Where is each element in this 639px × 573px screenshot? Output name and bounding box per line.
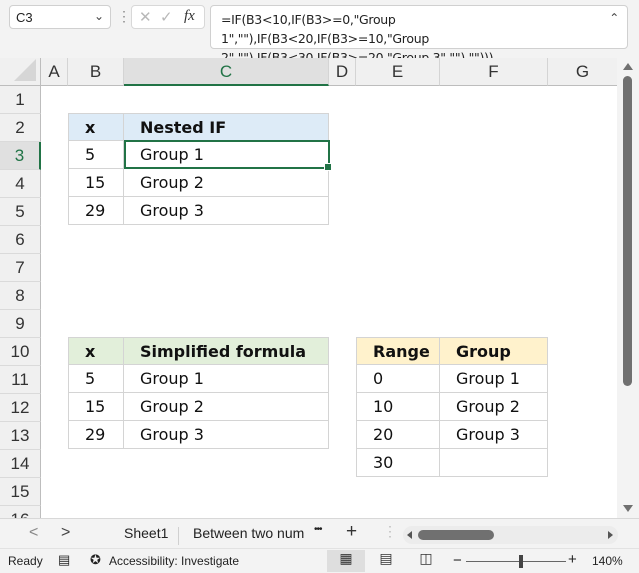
nested-header-nested-if[interactable]: Nested IF [124, 113, 329, 141]
more-sheets-button[interactable]: ••• [314, 524, 322, 535]
row-header-13[interactable]: 13 [0, 422, 41, 450]
column-header-f[interactable]: F [440, 58, 548, 86]
nested-cell-result[interactable]: Group 2 [124, 169, 329, 197]
lookup-cell-group[interactable] [440, 449, 548, 477]
row-header-15[interactable]: 15 [0, 478, 41, 506]
nested-cell-result[interactable]: Group 3 [124, 197, 329, 225]
row-header-3[interactable]: 3 [0, 142, 41, 170]
select-all-button[interactable] [0, 58, 41, 86]
row-header-2[interactable]: 2 [0, 114, 41, 142]
lookup-header-group[interactable]: Group [440, 337, 548, 365]
row-header-4[interactable]: 4 [0, 170, 41, 198]
simplified-cell-x[interactable]: 5 [68, 365, 124, 393]
row-header-10[interactable]: 10 [0, 338, 41, 366]
prev-sheet-button[interactable]: < [29, 524, 38, 542]
nested-cell-x[interactable]: 15 [68, 169, 124, 197]
column-header-g[interactable]: G [548, 58, 617, 86]
zoom-slider-thumb[interactable] [519, 555, 523, 568]
row-header-8[interactable]: 8 [0, 282, 41, 310]
column-header-c[interactable]: C [124, 58, 329, 86]
page-layout-view-button[interactable]: ▤ [367, 550, 405, 572]
row-header-1[interactable]: 1 [0, 86, 41, 114]
status-ready: Ready [8, 554, 43, 568]
accessibility-icon[interactable]: ✪ [90, 552, 101, 568]
nested-cell-x[interactable]: 5 [68, 141, 124, 169]
horizontal-scroll-thumb[interactable] [418, 530, 494, 540]
zoom-slider-track[interactable] [466, 561, 566, 562]
insert-function-icon[interactable]: fx [184, 8, 195, 25]
simplified-header-formula[interactable]: Simplified formula [124, 337, 329, 365]
row-header-9[interactable]: 9 [0, 310, 41, 338]
row-header-6[interactable]: 6 [0, 226, 41, 254]
nested-cell-x[interactable]: 29 [68, 197, 124, 225]
nested-header-x[interactable]: x [68, 113, 124, 141]
lookup-cell-group[interactable]: Group 1 [440, 365, 548, 393]
sheet-tab-bar: < > Sheet1 Between two numl ••• + ⋮ [0, 518, 639, 548]
simplified-header-x[interactable]: x [68, 337, 124, 365]
lookup-cell-group[interactable]: Group 2 [440, 393, 548, 421]
zoom-out-button[interactable]: − [453, 552, 462, 569]
add-sheet-button[interactable]: + [346, 521, 357, 543]
macro-recording-icon[interactable]: ▤ [58, 552, 70, 568]
lookup-cell-range[interactable]: 30 [356, 449, 440, 477]
name-box[interactable]: C3 ⌄ [9, 5, 111, 29]
column-header-b[interactable]: B [68, 58, 124, 86]
row-header-16[interactable]: 16 [0, 506, 41, 518]
lookup-header-range[interactable]: Range [356, 337, 440, 365]
cancel-icon[interactable]: ✕ [139, 8, 152, 26]
lookup-cell-range[interactable]: 10 [356, 393, 440, 421]
column-header-d[interactable]: D [329, 58, 356, 86]
accessibility-status[interactable]: Accessibility: Investigate [109, 554, 239, 568]
tab-divider [178, 527, 179, 545]
simplified-cell-result[interactable]: Group 3 [124, 421, 329, 449]
scroll-up-arrow-icon[interactable] [623, 63, 633, 70]
lookup-cell-range[interactable]: 20 [356, 421, 440, 449]
nested-cell-result[interactable]: Group 1 [124, 141, 329, 169]
simplified-cell-result[interactable]: Group 2 [124, 393, 329, 421]
zoom-in-button[interactable]: + [568, 551, 577, 568]
formula-input[interactable]: =IF(B3<10,IF(B3>=0,"Group 1",""),IF(B3<2… [210, 5, 628, 65]
grid-icon: ▦ [339, 550, 353, 566]
name-box-value: C3 [16, 10, 33, 25]
status-bar: Ready ▤ ✪ Accessibility: Investigate ▦ ▤… [0, 548, 639, 573]
formula-buttons: ✕ ✓ fx [131, 5, 205, 29]
scroll-left-arrow-icon[interactable] [407, 531, 412, 539]
scroll-right-arrow-icon[interactable] [608, 531, 613, 539]
simplified-cell-x[interactable]: 29 [68, 421, 124, 449]
row-header-7[interactable]: 7 [0, 254, 41, 282]
page-break-icon: ◫ [419, 550, 433, 566]
lookup-cell-group[interactable]: Group 3 [440, 421, 548, 449]
row-header-12[interactable]: 12 [0, 394, 41, 422]
scroll-down-arrow-icon[interactable] [623, 505, 633, 512]
simplified-cell-result[interactable]: Group 1 [124, 365, 329, 393]
row-header-5[interactable]: 5 [0, 198, 41, 226]
page-layout-icon: ▤ [379, 550, 393, 566]
lookup-cell-range[interactable]: 0 [356, 365, 440, 393]
drag-handle-icon[interactable]: ⋮ [117, 8, 131, 25]
split-handle-icon[interactable]: ⋮ [383, 523, 397, 540]
row-header-11[interactable]: 11 [0, 366, 41, 394]
formula-bar-area: C3 ⌄ ⋮ ✕ ✓ fx =IF(B3<10,IF(B3>=0,"Group … [0, 0, 639, 65]
horizontal-scrollbar[interactable] [403, 526, 618, 544]
worksheet-grid[interactable]: A B C D E F G 1 2 3 4 5 6 7 8 9 10 11 12… [0, 58, 617, 518]
column-header-a[interactable]: A [41, 58, 68, 86]
normal-view-button[interactable]: ▦ [327, 550, 365, 572]
page-break-view-button[interactable]: ◫ [407, 550, 445, 572]
sheet-tab-sheet1[interactable]: Sheet1 [124, 525, 168, 541]
collapse-formula-bar-icon[interactable]: ⌃ [609, 9, 619, 28]
column-header-e[interactable]: E [356, 58, 440, 86]
sheet-tab-between-two-numbers[interactable]: Between two numl [193, 525, 305, 541]
vertical-scroll-thumb[interactable] [623, 76, 632, 386]
row-header-14[interactable]: 14 [0, 450, 41, 478]
chevron-down-icon[interactable]: ⌄ [94, 9, 104, 23]
next-sheet-button[interactable]: > [61, 524, 70, 542]
zoom-level[interactable]: 140% [592, 554, 623, 568]
enter-icon[interactable]: ✓ [160, 8, 173, 26]
formula-line-1: =IF(B3<10,IF(B3>=0,"Group 1",""),IF(B3<2… [221, 12, 429, 46]
vertical-scrollbar[interactable] [617, 58, 639, 518]
simplified-cell-x[interactable]: 15 [68, 393, 124, 421]
